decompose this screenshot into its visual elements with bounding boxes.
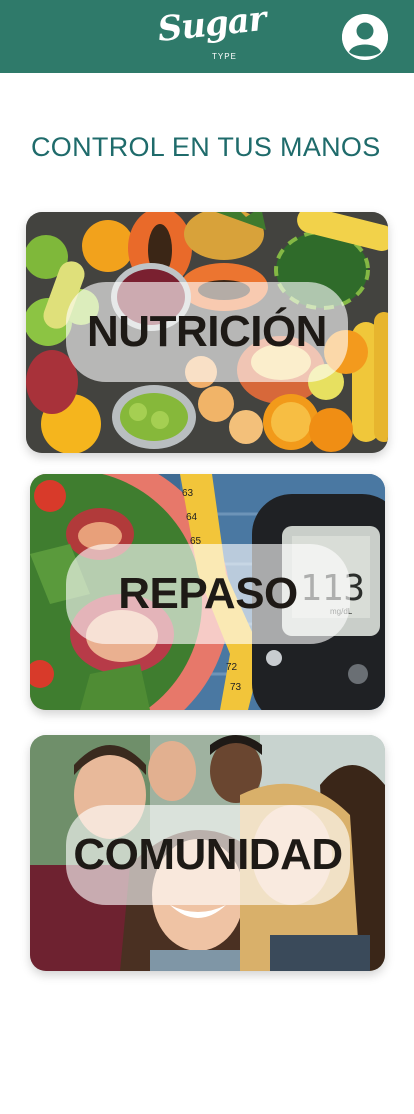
page-headline: CONTROL EN TUS MANOS [31,132,381,162]
review-label: REPASO [118,569,298,618]
community-label-pill: COMUNIDAD [66,805,350,905]
svg-text:63: 63 [182,488,194,499]
community-card[interactable]: COMUNIDAD [30,735,385,971]
svg-text:73: 73 [230,682,242,693]
sugar-type-logo[interactable]: Sugar TYPE [156,0,268,64]
logo-subtext: TYPE [212,52,237,61]
app-header: Sugar TYPE [0,0,414,73]
review-label-pill: REPASO [66,544,350,644]
review-card[interactable]: 63 64 65 72 73 113 mg/dL REPASO [30,474,385,710]
nutrition-card[interactable]: NUTRICIÓN [26,212,388,453]
community-label: COMUNIDAD [73,830,343,879]
svg-text:64: 64 [186,512,198,523]
logo-wordmark: Sugar [155,0,268,50]
nutrition-label-pill: NUTRICIÓN [66,282,348,382]
user-circle-icon [342,14,388,60]
profile-button[interactable] [342,14,388,60]
nutrition-label: NUTRICIÓN [87,307,327,356]
svg-text:72: 72 [226,662,238,673]
